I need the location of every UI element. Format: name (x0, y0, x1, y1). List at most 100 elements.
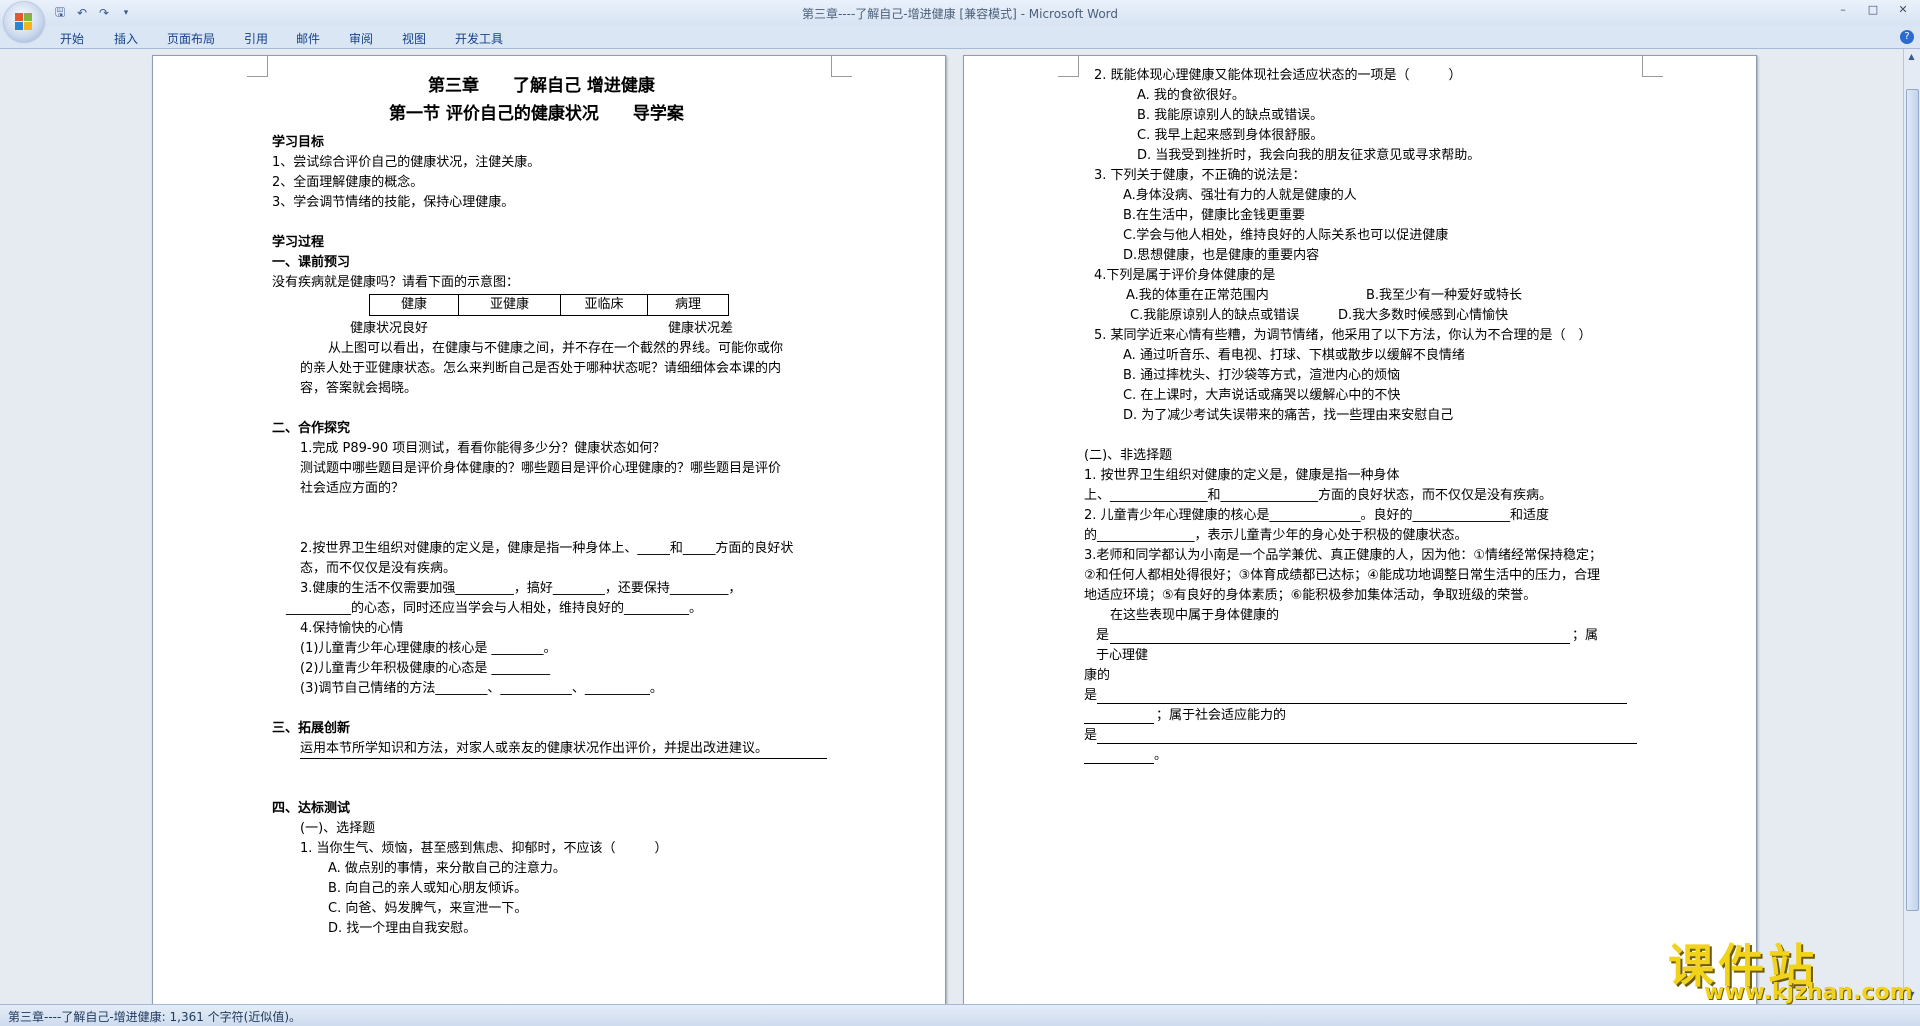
paragraph-line: 容，答案就会揭晓。 (300, 381, 418, 396)
tab-view[interactable]: 视图 (402, 30, 426, 47)
question-3: 3. 下列关于健康，不正确的说法是： (1094, 168, 1306, 183)
option: C.我能原谅别人的缺点或错误 (1130, 308, 1300, 323)
nonchoice-q1: 1. 按世界卫生组织对健康的定义是，健康是指一种身体 (1084, 468, 1400, 483)
choice-heading: (一)、选择题 (300, 821, 376, 836)
coop-question-4a: (1)儿童青少年心理健康的核心是 ________。 (300, 641, 557, 656)
tab-insert[interactable]: 插入 (114, 30, 138, 47)
window-controls: – □ ✕ (1830, 0, 1916, 18)
watermark-url: www.kjzhan.com (1704, 980, 1913, 1005)
option: A. 做点别的事情，来分散自己的注意力。 (328, 861, 566, 876)
goal-item: 1、尝试综合评价自己的健康状况，注健关康。 (272, 155, 541, 170)
goal-item: 3、学会调节情绪的技能，保持心理健康。 (272, 195, 515, 210)
option: B. 向自己的亲人或知心朋友倾诉。 (328, 881, 528, 896)
crop-mark (831, 56, 852, 77)
tab-page-layout[interactable]: 页面布局 (167, 30, 215, 47)
crop-mark (1642, 56, 1663, 77)
health-spectrum-diagram: 健康 亚健康 亚临床 病理 (369, 294, 729, 316)
tab-review[interactable]: 审阅 (349, 30, 373, 47)
maximize-icon[interactable]: □ (1860, 0, 1886, 18)
scrollbar-thumb[interactable] (1906, 89, 1919, 911)
option: A. 我的食欲很好。 (1137, 88, 1245, 103)
option: D. 找一个理由自我安慰。 (328, 921, 477, 936)
option: D.我大多数时候感到心情愉快 (1338, 308, 1509, 323)
nonchoice-q2b: 的_______________，表示儿童青少年的身心处于积极的健康状态。 (1084, 528, 1468, 543)
answer-line (1097, 743, 1637, 744)
answer-text: 于心理健 (1096, 648, 1149, 663)
customize-toolbar-icon[interactable]: ▾ (118, 5, 134, 21)
tab-references[interactable]: 引用 (244, 30, 268, 47)
preview-question: 没有疾病就是健康吗？请看下面的示意图： (272, 275, 520, 290)
extend-heading: 三、拓展创新 (272, 721, 351, 736)
option: A.身体没病、强壮有力的人就是健康的人 (1123, 188, 1357, 203)
option: D. 为了减少考试失误带来的痛苦，找一些理由来安慰自己 (1123, 408, 1454, 423)
answer-prefix: 是 (1084, 688, 1098, 703)
undo-icon[interactable]: ↶ (74, 5, 90, 21)
nonchoice-q3d: 在这些表现中属于身体健康的 (1110, 608, 1280, 623)
goal-item: 2、全面理解健康的概念。 (272, 175, 424, 190)
paragraph-line: 从上图可以看出，在健康与不健康之间，并不存在一个截然的界线。可能你或你 (328, 341, 784, 356)
coop-question-3: 3.健康的生活不仅需要加强_________，搞好________，还要保持__… (300, 581, 742, 596)
ribbon-tabs: 开始 插入 页面布局 引用 邮件 审阅 视图 开发工具 (0, 26, 1920, 49)
office-logo-icon (15, 13, 33, 31)
office-button[interactable] (4, 2, 44, 42)
nonchoice-q3c: 地适应环境；⑤有良好的身体素质；⑥能积极参加集体活动，争取班级的荣誉。 (1084, 588, 1537, 603)
chapter-title: 第三章 了解自己 增进健康 (428, 76, 655, 96)
option: B.我至少有一种爱好或特长 (1366, 288, 1523, 303)
underline (300, 758, 827, 759)
answer-text: ；属于社会适应能力的 (1156, 708, 1287, 723)
tab-developer[interactable]: 开发工具 (455, 30, 503, 47)
vertical-scrollbar[interactable]: ▲ ▼ (1903, 49, 1920, 1004)
answer-line (1110, 643, 1570, 644)
answer-end: 。 (1154, 748, 1168, 763)
answer-line (1084, 763, 1154, 764)
tab-home[interactable]: 开始 (60, 30, 84, 47)
diagram-cell: 健康 (370, 295, 459, 315)
document-page-right[interactable]: 2. 既能体现心理健康又能体现社会适应状态的一项是（ ） A. 我的食欲很好。 … (963, 55, 1757, 1004)
question-4: 4.下列是属于评价身体健康的是 (1094, 268, 1276, 283)
help-icon[interactable]: ? (1900, 30, 1914, 44)
option: B. 通过摔枕头、打沙袋等方式，渲泄内心的烦恼 (1123, 368, 1401, 383)
preview-heading: 一、课前预习 (272, 255, 351, 270)
diagram-cell: 亚临床 (561, 295, 648, 315)
redo-icon[interactable]: ↷ (96, 5, 112, 21)
nonchoice-q1b: 上、_______________和_______________方面的良好状态… (1084, 488, 1553, 503)
tab-mailings[interactable]: 邮件 (296, 30, 320, 47)
document-page-left[interactable]: 第三章 了解自己 增进健康 第一节 评价自己的健康状况 导学案 学习目标 1、尝… (152, 55, 946, 1004)
coop-question-3b: __________的心态，同时还应当学会与人相处，维持良好的_________… (286, 601, 703, 616)
coop-question-4: 4.保持愉快的心情 (300, 621, 404, 636)
diagram-left-label: 健康状况良好 (350, 321, 429, 336)
paragraph-line: 的亲人处于亚健康状态。怎么来判断自己是否处于哪种状态呢？请细细体会本课的内 (300, 361, 782, 376)
status-bar: 第三章----了解自己-增进健康: 1,361 个字符(近似值)。 (0, 1004, 1920, 1026)
diagram-cell: 亚健康 (459, 295, 561, 315)
question-2: 2. 既能体现心理健康又能体现社会适应状态的一项是（ ） (1094, 68, 1462, 83)
close-icon[interactable]: ✕ (1890, 0, 1916, 18)
option: B.在生活中，健康比金钱更重要 (1123, 208, 1306, 223)
document-canvas: 第三章 了解自己 增进健康 第一节 评价自己的健康状况 导学案 学习目标 1、尝… (0, 49, 1904, 1004)
answer-suffix: ；属 (1572, 628, 1599, 643)
scroll-up-icon[interactable]: ▲ (1906, 51, 1917, 63)
answer-line (1097, 703, 1627, 704)
option: C.学会与他人相处，维持良好的人际关系也可以促进健康 (1123, 228, 1449, 243)
title-bar: 第三章----了解自己-增进健康 [兼容模式] - Microsoft Word… (0, 0, 1920, 26)
minimize-icon[interactable]: – (1830, 0, 1856, 18)
option: B. 我能原谅别人的缺点或错误。 (1137, 108, 1324, 123)
diagram-cell: 病理 (674, 297, 701, 312)
coop-question-2: 2.按世界卫生组织对健康的定义是，健康是指一种身体上、_____和_____方面… (300, 541, 794, 556)
option: A.我的体重在正常范围内 (1126, 288, 1269, 303)
option: C. 在上课时，大声说话或痛哭以缓解心中的不快 (1123, 388, 1401, 403)
coop-question-4c: (3)调节自己情绪的方法________、___________、_______… (300, 681, 663, 696)
save-icon[interactable]: 🖫 (52, 5, 68, 21)
answer-line (1084, 723, 1154, 724)
goals-heading: 学习目标 (272, 135, 325, 150)
coop-heading: 二、合作探究 (272, 421, 351, 436)
nonchoice-q2: 2. 儿童青少年心理健康的核心是______________。良好的______… (1084, 508, 1550, 523)
answer-text: 康的 (1084, 668, 1111, 683)
diagram-right-label: 健康状况差 (668, 321, 734, 336)
answer-prefix: 是 (1096, 628, 1110, 643)
nonchoice-q3b: ②和任何人都相处得很好；③体育成绩都已达标；④能成功地调整日常生活中的压力，合理 (1084, 568, 1600, 583)
crop-mark (1058, 56, 1079, 77)
nonchoice-heading: (二)、非选择题 (1084, 448, 1173, 463)
nonchoice-q3: 3.老师和同学都认为小南是一个品学兼优、真正健康的人，因为他：①情绪经常保持稳定… (1084, 548, 1603, 563)
option: A. 通过听音乐、看电视、打球、下棋或散步以缓解不良情绪 (1123, 348, 1465, 363)
test-heading: 四、达标测试 (272, 801, 351, 816)
